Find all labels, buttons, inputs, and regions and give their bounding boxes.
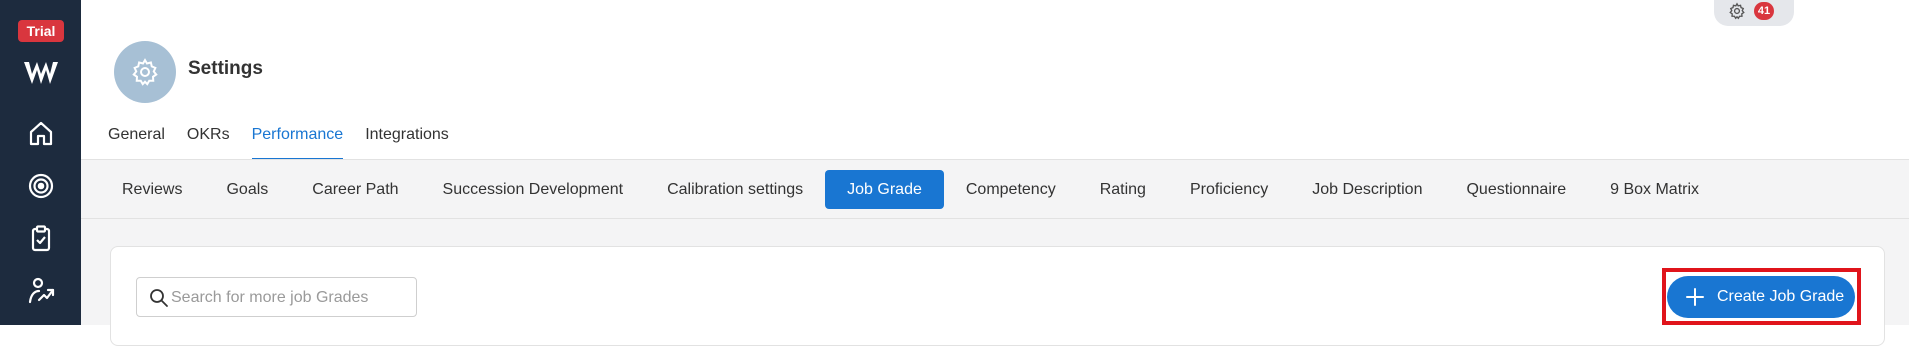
- subtab-job-description[interactable]: Job Description: [1290, 170, 1444, 209]
- subtab-9-box-matrix[interactable]: 9 Box Matrix: [1588, 170, 1721, 209]
- search-input[interactable]: [171, 286, 411, 310]
- subtab-questionnaire[interactable]: Questionnaire: [1444, 170, 1588, 209]
- tab-general[interactable]: General: [108, 124, 165, 160]
- target-icon[interactable]: [27, 172, 55, 200]
- clipboard-check-icon[interactable]: [27, 224, 55, 252]
- app-logo[interactable]: [22, 58, 60, 88]
- tab-performance[interactable]: Performance: [252, 124, 344, 160]
- search-icon: [149, 288, 169, 308]
- search-box[interactable]: [136, 277, 417, 317]
- tab-integrations[interactable]: Integrations: [365, 124, 449, 160]
- subtab-succession-development[interactable]: Succession Development: [421, 170, 646, 209]
- page-title: Settings: [188, 58, 263, 80]
- trial-badge: Trial: [18, 20, 64, 42]
- subtab-competency[interactable]: Competency: [944, 170, 1078, 209]
- sub-tabs: Reviews Goals Career Path Succession Dev…: [100, 170, 1721, 209]
- subtab-reviews[interactable]: Reviews: [100, 170, 204, 209]
- notification-widget[interactable]: 41: [1714, 0, 1794, 26]
- home-icon[interactable]: [27, 119, 55, 147]
- gear-icon[interactable]: [1728, 2, 1746, 20]
- sidebar: Trial: [0, 0, 81, 325]
- create-job-grade-label: Create Job Grade: [1717, 288, 1844, 306]
- subtab-calibration-settings[interactable]: Calibration settings: [645, 170, 825, 209]
- subtab-proficiency[interactable]: Proficiency: [1168, 170, 1290, 209]
- person-growth-icon[interactable]: [27, 276, 55, 304]
- settings-avatar: [114, 41, 176, 103]
- subtab-rating[interactable]: Rating: [1078, 170, 1168, 209]
- subtab-career-path[interactable]: Career Path: [290, 170, 420, 209]
- primary-tabs: General OKRs Performance Integrations: [108, 124, 471, 160]
- create-job-grade-button[interactable]: Create Job Grade: [1667, 276, 1855, 318]
- subtab-job-grade[interactable]: Job Grade: [825, 170, 944, 209]
- gear-icon: [130, 57, 160, 87]
- subtab-goals[interactable]: Goals: [204, 170, 290, 209]
- plus-icon: [1685, 287, 1705, 307]
- tab-okrs[interactable]: OKRs: [187, 124, 230, 160]
- notification-count-badge: 41: [1754, 2, 1774, 20]
